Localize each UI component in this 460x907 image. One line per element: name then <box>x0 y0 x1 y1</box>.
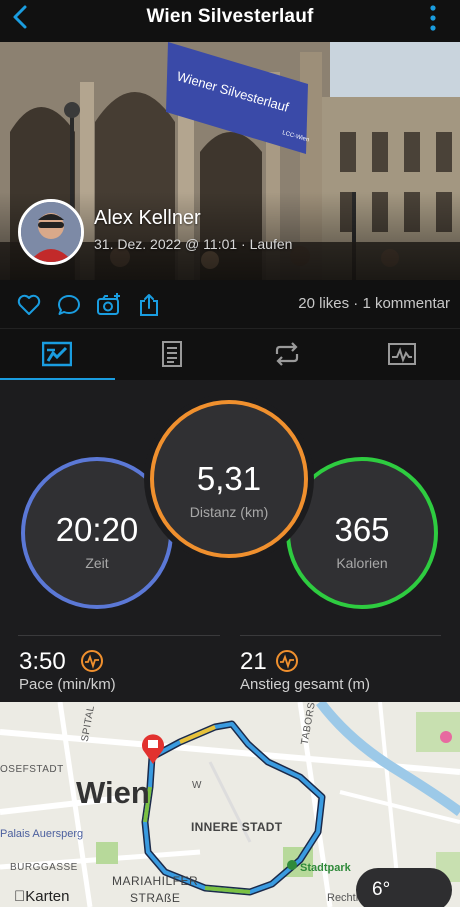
distance-value: 5,31 <box>196 460 262 497</box>
page-title: Wien Silvesterlauf <box>146 6 314 27</box>
more-options-icon[interactable] <box>428 4 438 32</box>
time-value: 20:20 <box>55 511 139 548</box>
heart-rate-chart-icon <box>388 343 416 365</box>
apple-logo-icon:  <box>14 888 25 905</box>
divider-right <box>240 635 441 636</box>
weather-temperature-badge: 6° <box>356 868 452 907</box>
activity-date-type: 31. Dez. 2022 @ 11:01 · Laufen <box>94 236 293 252</box>
tab-segments[interactable] <box>230 329 345 381</box>
like-heart-icon[interactable] <box>16 292 42 318</box>
street-label-5: MARIAHILFER <box>112 874 199 888</box>
distance-ring: 5,31 Distanz (km) <box>150 400 308 558</box>
user-avatar[interactable] <box>18 199 84 265</box>
avatar-picture <box>21 202 81 262</box>
add-photo-icon[interactable] <box>96 292 122 318</box>
calories-ring: 365 Kalorien <box>286 457 438 609</box>
street-label-3: OSEFSTADT <box>0 764 64 775</box>
tab-laps[interactable] <box>115 329 230 381</box>
activity-tabs <box>0 328 460 381</box>
likes-comments-count[interactable]: 20 likes · 1 kommentar <box>298 295 450 312</box>
map-park-label: Stadtpark <box>300 862 351 874</box>
maps-brand: Karten <box>14 888 69 905</box>
stats-panel: 20:20 Zeit 365 Kalorien 5,31 Distanz (km… <box>0 380 460 702</box>
repeat-loop-icon <box>275 342 299 366</box>
activity-photo[interactable]: Wiener Silvesterlauf LCC-Wien Alex Kelln… <box>0 42 460 280</box>
street-label-7: W <box>192 780 202 791</box>
pace-value: 3:50 <box>19 648 66 675</box>
time-label: Zeit <box>85 555 109 571</box>
user-name[interactable]: Alex Kellner <box>94 207 201 230</box>
ascent-label: Anstieg gesamt (m) <box>240 676 371 693</box>
maps-brand-text: Karten <box>14 888 69 905</box>
map-district-label: INNERE STADT <box>191 820 283 834</box>
map-poi-label: Palais Auersperg <box>0 828 84 840</box>
share-icon[interactable] <box>136 292 162 318</box>
street-label-4: BURGGASSE <box>10 862 78 873</box>
pace-label: Pace (min/km) <box>19 676 116 693</box>
distance-label: Distanz (km) <box>189 504 269 520</box>
map-city-label: Wien <box>76 775 150 810</box>
ascent-value: 21 <box>240 648 267 675</box>
pace-info-icon[interactable] <box>80 649 104 673</box>
comment-bubble-icon[interactable] <box>56 292 82 318</box>
ascent-info-icon[interactable] <box>275 649 299 673</box>
calories-label: Kalorien <box>336 555 388 571</box>
social-bar: 20 likes · 1 kommentar <box>0 280 460 328</box>
street-label-6: STRAßE <box>130 891 181 905</box>
tab-stats[interactable] <box>0 329 115 381</box>
tab-charts[interactable] <box>345 329 460 381</box>
clipboard-list-icon <box>162 341 182 367</box>
divider-left <box>18 635 220 636</box>
calories-value: 365 <box>334 511 390 548</box>
top-nav-bar: Wien Silvesterlauf <box>0 0 460 42</box>
stats-gauge-icon <box>42 341 72 367</box>
